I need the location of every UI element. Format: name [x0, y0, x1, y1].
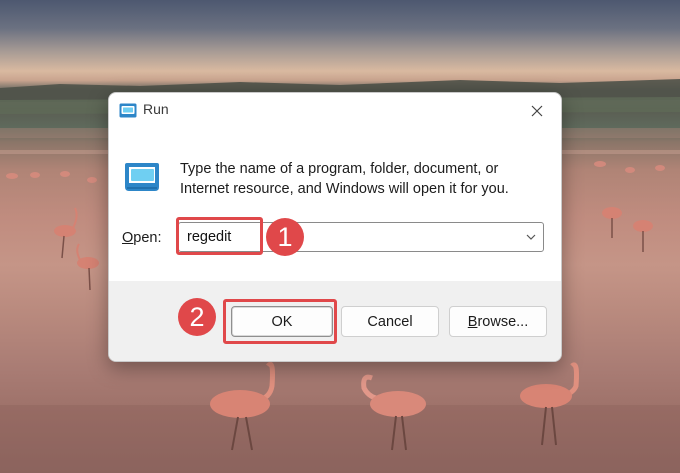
- run-description: Type the name of a program, folder, docu…: [180, 159, 550, 199]
- browse-accel: B: [467, 313, 478, 330]
- description-line-2: Internet resource, and Windows will open…: [180, 181, 509, 197]
- title-bar[interactable]: Run: [109, 93, 561, 129]
- open-label-accel: O: [122, 230, 134, 246]
- description-line-1: Type the name of a program, folder, docu…: [180, 161, 499, 177]
- open-combobox[interactable]: [178, 222, 544, 252]
- run-large-icon: [125, 163, 159, 191]
- run-app-icon: [119, 103, 137, 118]
- open-label-rest: pen:: [133, 230, 162, 246]
- browse-button[interactable]: Browse...: [449, 306, 547, 337]
- open-input[interactable]: [187, 223, 507, 251]
- close-button[interactable]: [519, 95, 555, 127]
- open-label: Open:: [122, 230, 162, 246]
- run-dialog: Run Type the name of a program, folder, …: [108, 92, 562, 362]
- step-2-badge: 2: [178, 298, 216, 336]
- step-1-badge: 1: [266, 218, 304, 256]
- chevron-down-icon: [526, 234, 536, 240]
- dropdown-button[interactable]: [523, 229, 539, 245]
- close-icon: [531, 105, 543, 117]
- ok-button[interactable]: OK: [231, 306, 333, 337]
- browse-rest: rowse...: [477, 313, 529, 330]
- cancel-button[interactable]: Cancel: [341, 306, 439, 337]
- window-title: Run: [143, 101, 169, 117]
